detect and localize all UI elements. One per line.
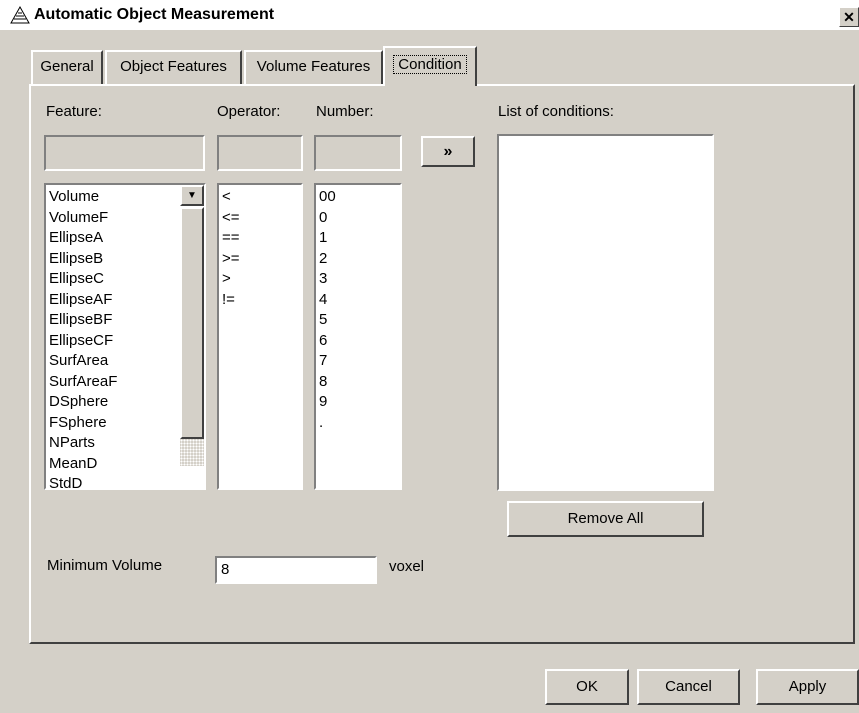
list-item[interactable]: 2 <box>319 249 400 270</box>
title-bar: Automatic Object Measurement ✕ <box>0 0 859 31</box>
close-icon: ✕ <box>843 9 855 25</box>
list-item[interactable]: != <box>222 290 301 311</box>
list-item[interactable]: 9 <box>319 392 400 413</box>
tab-volume-features[interactable]: Volume Features <box>244 50 383 84</box>
ok-label: OK <box>576 678 598 695</box>
operator-label: Operator: <box>217 103 281 120</box>
list-item[interactable]: 6 <box>319 331 400 352</box>
tab-general[interactable]: General <box>31 50 103 84</box>
list-item[interactable]: > <box>222 269 301 290</box>
list-item[interactable]: 0 <box>319 208 400 229</box>
tab-volume-features-label: Volume Features <box>256 58 371 75</box>
conditions-list[interactable] <box>497 134 714 491</box>
list-item[interactable]: 8 <box>319 372 400 393</box>
scroll-track[interactable] <box>180 439 204 466</box>
cancel-button[interactable]: Cancel <box>637 669 740 705</box>
close-button[interactable]: ✕ <box>839 7 859 27</box>
feature-list[interactable]: Volume VolumeF EllipseA EllipseB Ellipse… <box>44 183 206 490</box>
list-item[interactable]: 1 <box>319 228 400 249</box>
number-label: Number: <box>316 103 374 120</box>
tab-object-features-label: Object Features <box>120 58 227 75</box>
apply-button[interactable]: Apply <box>756 669 859 705</box>
tab-object-features[interactable]: Object Features <box>105 50 242 84</box>
feature-label: Feature: <box>46 103 102 120</box>
app-icon <box>10 6 30 24</box>
list-item[interactable]: StdD <box>49 474 204 488</box>
list-item[interactable]: . <box>319 413 400 434</box>
list-item[interactable]: < <box>222 187 301 208</box>
list-item[interactable]: == <box>222 228 301 249</box>
list-item[interactable]: 3 <box>319 269 400 290</box>
ok-button[interactable]: OK <box>545 669 629 705</box>
apply-label: Apply <box>788 678 827 695</box>
list-item[interactable]: 5 <box>319 310 400 331</box>
conditions-label: List of conditions: <box>498 103 614 120</box>
tab-general-label: General <box>40 58 94 75</box>
feature-list-scrollbar[interactable]: ▲ ▼ <box>180 185 204 466</box>
min-volume-input[interactable]: 8 <box>215 556 377 584</box>
min-volume-unit: voxel <box>389 558 425 575</box>
scroll-down-button[interactable]: ▼ <box>180 185 204 206</box>
list-item[interactable]: 00 <box>319 187 400 208</box>
list-item[interactable]: 4 <box>319 290 400 311</box>
tab-condition-label: Condition <box>393 55 467 74</box>
arrow-down-icon: ▼ <box>187 190 197 201</box>
number-list[interactable]: 00 0 1 2 3 4 5 6 7 8 9 . <box>314 183 402 490</box>
operator-list[interactable]: < <= == >= > != <box>217 183 303 490</box>
add-condition-label: » <box>443 143 453 160</box>
list-item[interactable]: <= <box>222 208 301 229</box>
feature-value-field <box>44 135 205 171</box>
window-title: Automatic Object Measurement <box>34 6 275 23</box>
add-condition-button[interactable]: » <box>421 136 475 167</box>
operator-value-field <box>217 135 303 171</box>
cancel-label: Cancel <box>665 678 712 695</box>
tab-condition[interactable]: Condition <box>383 46 477 86</box>
remove-all-button[interactable]: Remove All <box>507 501 704 537</box>
list-item[interactable]: >= <box>222 249 301 270</box>
scroll-thumb[interactable] <box>180 207 204 439</box>
number-value-field <box>314 135 402 171</box>
min-volume-label: Minimum Volume <box>47 557 163 574</box>
list-item[interactable]: 7 <box>319 351 400 372</box>
remove-all-label: Remove All <box>567 510 644 527</box>
